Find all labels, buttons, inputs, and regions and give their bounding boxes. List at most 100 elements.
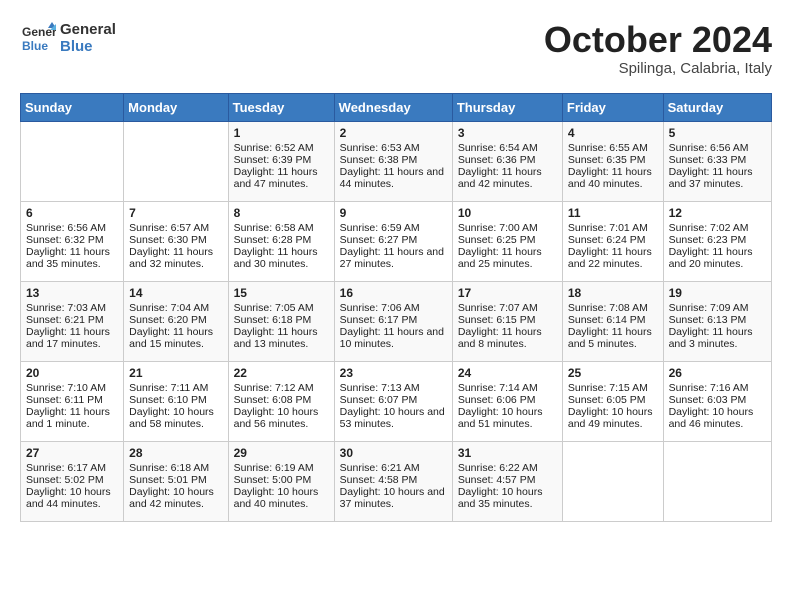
cell-content: Sunset: 4:57 PM — [458, 474, 557, 486]
cell-content: Sunset: 6:06 PM — [458, 394, 557, 406]
logo: General Blue General Blue — [20, 20, 116, 56]
day-header-wednesday: Wednesday — [334, 93, 452, 121]
cell-content: Sunrise: 7:06 AM — [340, 302, 447, 314]
day-number: 17 — [458, 286, 557, 300]
day-number: 9 — [340, 206, 447, 220]
calendar-cell: 9Sunrise: 6:59 AMSunset: 6:27 PMDaylight… — [334, 201, 452, 281]
cell-content: Sunset: 6:20 PM — [129, 314, 222, 326]
cell-content: Sunset: 6:08 PM — [234, 394, 329, 406]
cell-content: Sunset: 6:27 PM — [340, 234, 447, 246]
calendar-cell: 29Sunrise: 6:19 AMSunset: 5:00 PMDayligh… — [228, 441, 334, 521]
cell-content: Sunset: 6:14 PM — [568, 314, 658, 326]
cell-content: Sunrise: 7:01 AM — [568, 222, 658, 234]
cell-content: Daylight: 11 hours and 1 minute. — [26, 406, 118, 430]
cell-content: Sunset: 6:39 PM — [234, 154, 329, 166]
cell-content: Sunrise: 6:56 AM — [669, 142, 766, 154]
cell-content: Sunset: 6:05 PM — [568, 394, 658, 406]
cell-content: Sunrise: 6:22 AM — [458, 462, 557, 474]
day-number: 10 — [458, 206, 557, 220]
day-number: 13 — [26, 286, 118, 300]
calendar-cell: 30Sunrise: 6:21 AMSunset: 4:58 PMDayligh… — [334, 441, 452, 521]
cell-content: Sunset: 6:32 PM — [26, 234, 118, 246]
cell-content: Sunset: 6:07 PM — [340, 394, 447, 406]
day-number: 24 — [458, 366, 557, 380]
day-number: 18 — [568, 286, 658, 300]
calendar-cell: 11Sunrise: 7:01 AMSunset: 6:24 PMDayligh… — [562, 201, 663, 281]
calendar-cell: 15Sunrise: 7:05 AMSunset: 6:18 PMDayligh… — [228, 281, 334, 361]
cell-content: Sunrise: 7:11 AM — [129, 382, 222, 394]
calendar-cell — [663, 441, 771, 521]
month-title: October 2024 — [544, 20, 772, 60]
cell-content: Daylight: 11 hours and 40 minutes. — [568, 166, 658, 190]
day-number: 5 — [669, 126, 766, 140]
day-header-monday: Monday — [124, 93, 228, 121]
cell-content: Sunrise: 6:21 AM — [340, 462, 447, 474]
cell-content: Daylight: 10 hours and 49 minutes. — [568, 406, 658, 430]
cell-content: Sunrise: 6:56 AM — [26, 222, 118, 234]
cell-content: Daylight: 11 hours and 32 minutes. — [129, 246, 222, 270]
cell-content: Sunset: 6:21 PM — [26, 314, 118, 326]
calendar-cell: 3Sunrise: 6:54 AMSunset: 6:36 PMDaylight… — [452, 121, 562, 201]
cell-content: Sunset: 6:33 PM — [669, 154, 766, 166]
cell-content: Sunset: 5:00 PM — [234, 474, 329, 486]
cell-content: Sunset: 4:58 PM — [340, 474, 447, 486]
calendar-cell: 19Sunrise: 7:09 AMSunset: 6:13 PMDayligh… — [663, 281, 771, 361]
day-number: 29 — [234, 446, 329, 460]
cell-content: Daylight: 10 hours and 46 minutes. — [669, 406, 766, 430]
cell-content: Sunrise: 7:13 AM — [340, 382, 447, 394]
cell-content: Sunset: 6:25 PM — [458, 234, 557, 246]
calendar-cell: 25 Sunrise: 7:15 AMSunset: 6:05 PMDayligh… — [562, 361, 663, 441]
cell-content: Daylight: 11 hours and 13 minutes. — [234, 326, 329, 350]
day-number: 19 — [669, 286, 766, 300]
cell-content: Daylight: 10 hours and 44 minutes. — [26, 486, 118, 510]
calendar-cell: 1Sunrise: 6:52 AMSunset: 6:39 PMDaylight… — [228, 121, 334, 201]
calendar-cell: 27Sunrise: 6:17 AMSunset: 5:02 PMDayligh… — [21, 441, 124, 521]
day-number: 27 — [26, 446, 118, 460]
calendar-cell: 12Sunrise: 7:02 AMSunset: 6:23 PMDayligh… — [663, 201, 771, 281]
cell-content: Sunrise: 6:55 AM — [568, 142, 658, 154]
cell-content: Sunset: 5:01 PM — [129, 474, 222, 486]
calendar-cell: 21Sunrise: 7:11 AMSunset: 6:10 PMDayligh… — [124, 361, 228, 441]
day-header-tuesday: Tuesday — [228, 93, 334, 121]
cell-content: Sunrise: 7:02 AM — [669, 222, 766, 234]
cell-content: Sunrise: 7:08 AM — [568, 302, 658, 314]
cell-content: Daylight: 10 hours and 51 minutes. — [458, 406, 557, 430]
day-number: 14 — [129, 286, 222, 300]
cell-content: Daylight: 11 hours and 10 minutes. — [340, 326, 447, 350]
cell-content: Daylight: 11 hours and 5 minutes. — [568, 326, 658, 350]
calendar-cell — [562, 441, 663, 521]
calendar-cell: 16Sunrise: 7:06 AMSunset: 6:17 PMDayligh… — [334, 281, 452, 361]
calendar-cell: 26Sunrise: 7:16 AMSunset: 6:03 PMDayligh… — [663, 361, 771, 441]
cell-content: Sunrise: 7:04 AM — [129, 302, 222, 314]
calendar-cell: 5Sunrise: 6:56 AMSunset: 6:33 PMDaylight… — [663, 121, 771, 201]
day-number: 4 — [568, 126, 658, 140]
cell-content: Sunrise: 7:15 AM — [568, 382, 658, 394]
calendar-cell: 31Sunrise: 6:22 AMSunset: 4:57 PMDayligh… — [452, 441, 562, 521]
day-number: 2 — [340, 126, 447, 140]
cell-content: Sunset: 6:30 PM — [129, 234, 222, 246]
svg-text:Blue: Blue — [22, 39, 48, 53]
day-header-friday: Friday — [562, 93, 663, 121]
cell-content: Sunrise: 7:14 AM — [458, 382, 557, 394]
calendar-cell: 10Sunrise: 7:00 AMSunset: 6:25 PMDayligh… — [452, 201, 562, 281]
cell-content: Sunset: 6:03 PM — [669, 394, 766, 406]
cell-content: Sunrise: 7:03 AM — [26, 302, 118, 314]
day-number: 8 — [234, 206, 329, 220]
calendar-cell: 28Sunrise: 6:18 AMSunset: 5:01 PMDayligh… — [124, 441, 228, 521]
cell-content: Sunrise: 7:09 AM — [669, 302, 766, 314]
day-header-sunday: Sunday — [21, 93, 124, 121]
day-number: 7 — [129, 206, 222, 220]
cell-content: Sunset: 6:24 PM — [568, 234, 658, 246]
cell-content: Sunset: 6:18 PM — [234, 314, 329, 326]
calendar-cell — [21, 121, 124, 201]
calendar-cell: 8Sunrise: 6:58 AMSunset: 6:28 PMDaylight… — [228, 201, 334, 281]
calendar-cell: 4Sunrise: 6:55 AMSunset: 6:35 PMDaylight… — [562, 121, 663, 201]
day-header-saturday: Saturday — [663, 93, 771, 121]
calendar-cell: 23Sunrise: 7:13 AMSunset: 6:07 PMDayligh… — [334, 361, 452, 441]
day-number: 3 — [458, 126, 557, 140]
day-number: 25 — [568, 366, 658, 380]
calendar-cell: 20Sunrise: 7:10 AMSunset: 6:11 PMDayligh… — [21, 361, 124, 441]
cell-content: Daylight: 11 hours and 27 minutes. — [340, 246, 447, 270]
cell-content: Sunset: 6:36 PM — [458, 154, 557, 166]
cell-content: Sunrise: 7:05 AM — [234, 302, 329, 314]
